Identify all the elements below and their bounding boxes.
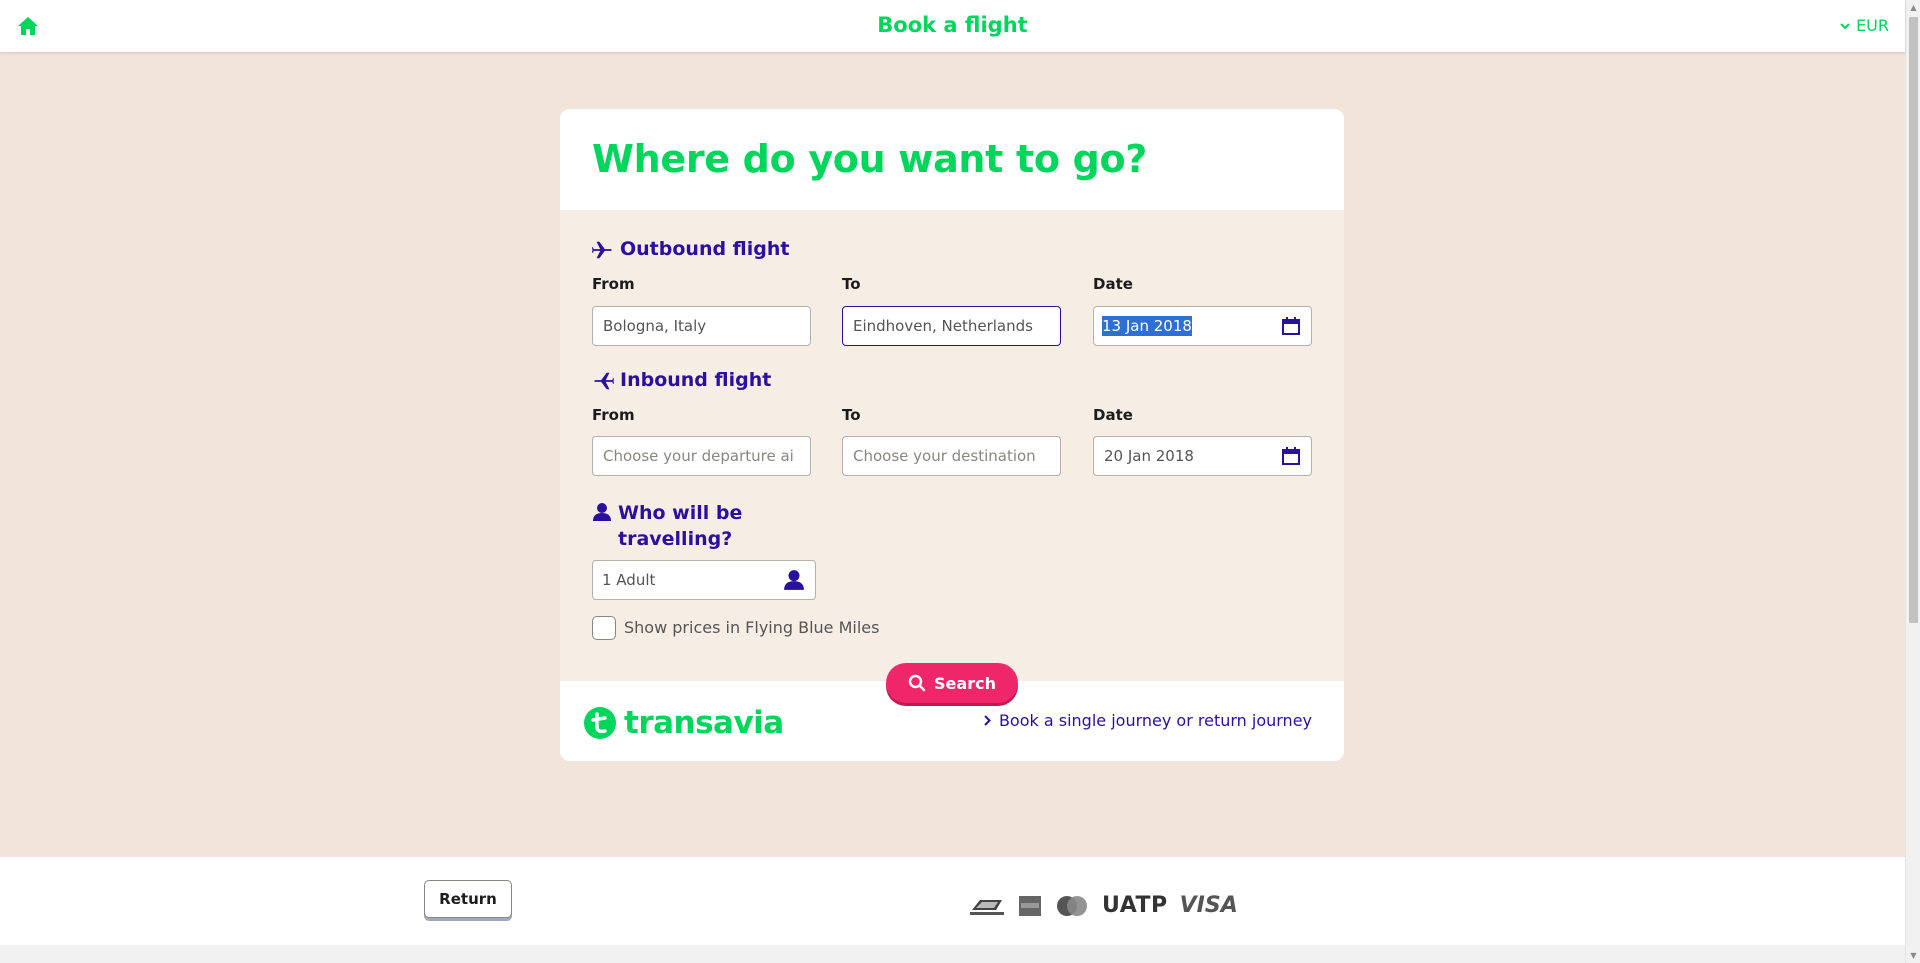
plane-inbound-icon [594, 372, 614, 390]
scroll-down-arrow[interactable]: ▼ [1906, 948, 1920, 963]
transavia-logo-icon [584, 707, 616, 739]
currency-label: EUR [1856, 16, 1889, 35]
passengers-title-label: Who will be travelling? [618, 502, 743, 550]
inbound-from-input[interactable]: Choose your departure ai [592, 436, 811, 476]
uatp-icon: UATP [1102, 893, 1168, 918]
search-button[interactable]: Search [886, 663, 1018, 703]
page-footer-bottom [0, 945, 1905, 963]
outbound-to-input[interactable]: Eindhoven, Netherlands [842, 306, 1061, 346]
outbound-from-input[interactable]: Bologna, Italy [592, 306, 811, 346]
inbound-date-input[interactable]: 20 Jan 2018 [1093, 436, 1312, 476]
american-express-icon [1019, 895, 1041, 916]
page-title: Book a flight [877, 13, 1028, 37]
journey-type-link[interactable]: Book a single journey or return journey [984, 711, 1312, 730]
bancontact-icon [970, 899, 1004, 915]
person-icon [593, 503, 611, 521]
card-heading: Where do you want to go? [592, 137, 1148, 181]
person-icon [784, 570, 804, 590]
inbound-to-label: To [842, 406, 861, 424]
inbound-title-label: Inbound flight [620, 369, 772, 391]
transavia-logo: transavia [584, 705, 784, 741]
outbound-title: Outbound flight [592, 238, 790, 261]
page-footer: Return UATP VISA [0, 857, 1905, 945]
outbound-date-label: Date [1093, 275, 1133, 293]
inbound-title: Inbound flight [592, 369, 771, 392]
payment-methods: UATP VISA [968, 893, 1238, 918]
chevron-down-icon [1840, 22, 1850, 29]
top-bar: Book a flight EUR [0, 0, 1905, 52]
passengers-input[interactable]: 1 Adult [592, 560, 816, 600]
journey-type-link-label: Book a single journey or return journey [998, 711, 1312, 730]
card-header: Where do you want to go? [560, 109, 1344, 210]
flying-blue-checkbox[interactable] [592, 616, 616, 640]
search-button-label: Search [934, 673, 996, 693]
plane-outbound-icon [592, 241, 612, 259]
passengers-title: Who will be travelling? [592, 500, 762, 552]
mastercard-icon [1057, 895, 1087, 916]
scrollbar[interactable]: ▲ ▼ [1905, 0, 1920, 963]
inbound-date-value: 20 Jan 2018 [1104, 447, 1194, 465]
flying-blue-label[interactable]: Show prices in Flying Blue Miles [624, 618, 879, 637]
outbound-date-input[interactable]: 13 Jan 2018 [1093, 306, 1312, 346]
scroll-thumb[interactable] [1909, 17, 1918, 623]
booking-card: Where do you want to go? Outbound flight… [560, 109, 1344, 761]
visa-icon: VISA [1179, 893, 1238, 918]
return-button[interactable]: Return [424, 880, 512, 918]
scroll-up-arrow[interactable]: ▲ [1906, 0, 1920, 15]
inbound-from-label: From [592, 406, 635, 424]
outbound-title-label: Outbound flight [620, 238, 790, 260]
passengers-value: 1 Adult [602, 571, 656, 589]
outbound-date-value: 13 Jan 2018 [1102, 316, 1192, 336]
calendar-icon[interactable] [1281, 446, 1301, 466]
outbound-from-label: From [592, 275, 635, 293]
inbound-to-input[interactable]: Choose your destination [842, 436, 1061, 476]
inbound-date-label: Date [1093, 406, 1133, 424]
calendar-icon[interactable] [1281, 316, 1301, 336]
outbound-to-label: To [842, 275, 861, 293]
search-icon [908, 674, 926, 692]
chevron-right-icon [984, 715, 991, 726]
currency-selector[interactable]: EUR [1840, 16, 1889, 35]
transavia-logo-text: transavia [624, 705, 784, 741]
